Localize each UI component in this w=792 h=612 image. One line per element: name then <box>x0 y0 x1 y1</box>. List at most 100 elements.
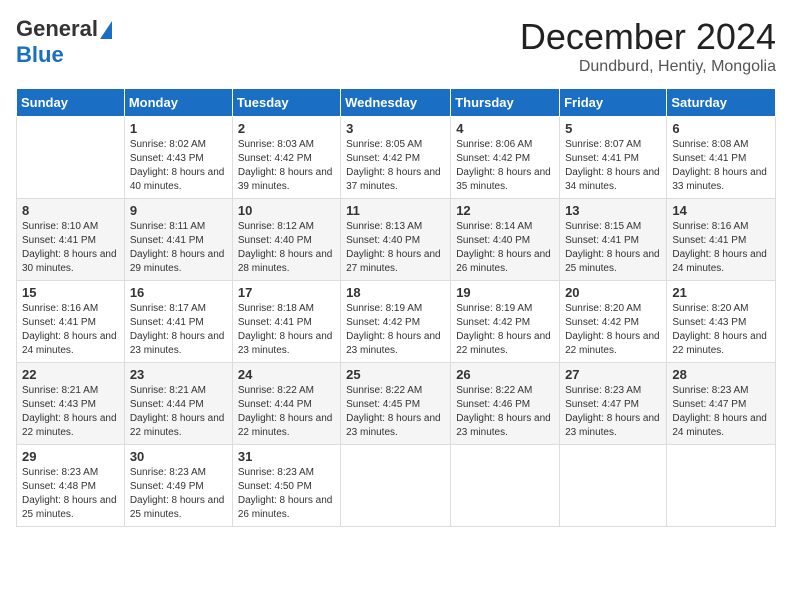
calendar-cell: 10 Sunrise: 8:12 AMSunset: 4:40 PMDayligh… <box>232 199 340 281</box>
calendar-cell: 21 Sunrise: 8:20 AMSunset: 4:43 PMDayligh… <box>667 281 776 363</box>
calendar-cell: 6 Sunrise: 8:08 AMSunset: 4:41 PMDaylight… <box>667 117 776 199</box>
calendar-cell: 11 Sunrise: 8:13 AMSunset: 4:40 PMDayligh… <box>341 199 451 281</box>
cell-content: Sunrise: 8:03 AMSunset: 4:42 PMDaylight:… <box>238 138 335 194</box>
day-number: 31 <box>238 449 335 464</box>
col-saturday: Saturday <box>667 89 776 117</box>
col-sunday: Sunday <box>17 89 125 117</box>
cell-content: Sunrise: 8:20 AMSunset: 4:43 PMDaylight:… <box>672 302 770 358</box>
calendar-cell: 19 Sunrise: 8:19 AMSunset: 4:42 PMDayligh… <box>451 281 560 363</box>
calendar-cell: 9 Sunrise: 8:11 AMSunset: 4:41 PMDaylight… <box>124 199 232 281</box>
logo-arrow-icon <box>100 21 112 39</box>
page-header: General Blue December 2024 Dundburd, Hen… <box>16 16 776 76</box>
month-title: December 2024 <box>520 16 776 58</box>
day-number: 11 <box>346 203 445 218</box>
cell-content: Sunrise: 8:13 AMSunset: 4:40 PMDaylight:… <box>346 220 445 276</box>
day-number: 6 <box>672 121 770 136</box>
col-thursday: Thursday <box>451 89 560 117</box>
calendar-cell: 16 Sunrise: 8:17 AMSunset: 4:41 PMDayligh… <box>124 281 232 363</box>
calendar-cell: 4 Sunrise: 8:06 AMSunset: 4:42 PMDaylight… <box>451 117 560 199</box>
cell-content: Sunrise: 8:19 AMSunset: 4:42 PMDaylight:… <box>346 302 445 358</box>
day-number: 16 <box>130 285 227 300</box>
calendar-cell: 17Sunrise: 8:18 AMSunset: 4:41 PMDayligh… <box>232 281 340 363</box>
calendar-cell: 31 Sunrise: 8:23 AMSunset: 4:50 PMDayligh… <box>232 445 340 527</box>
day-number: 17 <box>238 285 335 300</box>
calendar-cell: 1Sunrise: 8:02 AMSunset: 4:43 PMDaylight… <box>124 117 232 199</box>
col-monday: Monday <box>124 89 232 117</box>
cell-content: Sunrise: 8:07 AMSunset: 4:41 PMDaylight:… <box>565 138 661 194</box>
cell-content: Sunrise: 8:06 AMSunset: 4:42 PMDaylight:… <box>456 138 554 194</box>
calendar-cell: 28Sunrise: 8:23 AMSunset: 4:47 PMDayligh… <box>667 363 776 445</box>
day-number: 13 <box>565 203 661 218</box>
cell-content: Sunrise: 8:14 AMSunset: 4:40 PMDaylight:… <box>456 220 554 276</box>
cell-content: Sunrise: 8:05 AMSunset: 4:42 PMDaylight:… <box>346 138 445 194</box>
calendar-week-row: 8Sunrise: 8:10 AMSunset: 4:41 PMDaylight… <box>17 199 776 281</box>
calendar-cell: 22Sunrise: 8:21 AMSunset: 4:43 PMDayligh… <box>17 363 125 445</box>
calendar-table: Sunday Monday Tuesday Wednesday Thursday… <box>16 88 776 527</box>
cell-content: Sunrise: 8:20 AMSunset: 4:42 PMDaylight:… <box>565 302 661 358</box>
day-number: 27 <box>565 367 661 382</box>
cell-content: Sunrise: 8:22 AMSunset: 4:44 PMDaylight:… <box>238 384 335 440</box>
calendar-cell: 12 Sunrise: 8:14 AMSunset: 4:40 PMDayligh… <box>451 199 560 281</box>
cell-content: Sunrise: 8:23 AMSunset: 4:50 PMDaylight:… <box>238 466 335 522</box>
cell-content: Sunrise: 8:22 AMSunset: 4:45 PMDaylight:… <box>346 384 445 440</box>
day-number: 26 <box>456 367 554 382</box>
cell-content: Sunrise: 8:22 AMSunset: 4:46 PMDaylight:… <box>456 384 554 440</box>
day-number: 25 <box>346 367 445 382</box>
day-number: 4 <box>456 121 554 136</box>
calendar-cell: 30Sunrise: 8:23 AMSunset: 4:49 PMDayligh… <box>124 445 232 527</box>
col-wednesday: Wednesday <box>341 89 451 117</box>
header-row: Sunday Monday Tuesday Wednesday Thursday… <box>17 89 776 117</box>
empty-cell <box>560 445 667 527</box>
logo: General Blue <box>16 16 112 68</box>
calendar-week-row: 1Sunrise: 8:02 AMSunset: 4:43 PMDaylight… <box>17 117 776 199</box>
calendar-cell: 2Sunrise: 8:03 AMSunset: 4:42 PMDaylight… <box>232 117 340 199</box>
day-number: 30 <box>130 449 227 464</box>
calendar-week-row: 29Sunrise: 8:23 AMSunset: 4:48 PMDayligh… <box>17 445 776 527</box>
cell-content: Sunrise: 8:11 AMSunset: 4:41 PMDaylight:… <box>130 220 227 276</box>
cell-content: Sunrise: 8:15 AMSunset: 4:41 PMDaylight:… <box>565 220 661 276</box>
empty-cell <box>341 445 451 527</box>
day-number: 15 <box>22 285 119 300</box>
calendar-cell: 18 Sunrise: 8:19 AMSunset: 4:42 PMDayligh… <box>341 281 451 363</box>
calendar-cell: 14 Sunrise: 8:16 AMSunset: 4:41 PMDayligh… <box>667 199 776 281</box>
calendar-cell: 26 Sunrise: 8:22 AMSunset: 4:46 PMDayligh… <box>451 363 560 445</box>
calendar-cell: 25 Sunrise: 8:22 AMSunset: 4:45 PMDayligh… <box>341 363 451 445</box>
cell-content: Sunrise: 8:23 AMSunset: 4:48 PMDaylight:… <box>22 466 119 522</box>
day-number: 3 <box>346 121 445 136</box>
cell-content: Sunrise: 8:16 AMSunset: 4:41 PMDaylight:… <box>22 302 119 358</box>
calendar-week-row: 22Sunrise: 8:21 AMSunset: 4:43 PMDayligh… <box>17 363 776 445</box>
cell-content: Sunrise: 8:17 AMSunset: 4:41 PMDaylight:… <box>130 302 227 358</box>
col-tuesday: Tuesday <box>232 89 340 117</box>
calendar-week-row: 15 Sunrise: 8:16 AMSunset: 4:41 PMDayligh… <box>17 281 776 363</box>
day-number: 19 <box>456 285 554 300</box>
cell-content: Sunrise: 8:12 AMSunset: 4:40 PMDaylight:… <box>238 220 335 276</box>
calendar-cell: 8Sunrise: 8:10 AMSunset: 4:41 PMDaylight… <box>17 199 125 281</box>
cell-content: Sunrise: 8:19 AMSunset: 4:42 PMDaylight:… <box>456 302 554 358</box>
cell-content: Sunrise: 8:21 AMSunset: 4:43 PMDaylight:… <box>22 384 119 440</box>
title-block: December 2024 Dundburd, Hentiy, Mongolia <box>520 16 776 76</box>
day-number: 12 <box>456 203 554 218</box>
calendar-body: 1Sunrise: 8:02 AMSunset: 4:43 PMDaylight… <box>17 117 776 527</box>
day-number: 18 <box>346 285 445 300</box>
day-number: 20 <box>565 285 661 300</box>
day-number: 1 <box>130 121 227 136</box>
day-number: 9 <box>130 203 227 218</box>
day-number: 24 <box>238 367 335 382</box>
col-friday: Friday <box>560 89 667 117</box>
day-number: 14 <box>672 203 770 218</box>
day-number: 10 <box>238 203 335 218</box>
empty-cell <box>451 445 560 527</box>
day-number: 21 <box>672 285 770 300</box>
cell-content: Sunrise: 8:21 AMSunset: 4:44 PMDaylight:… <box>130 384 227 440</box>
calendar-cell: 27Sunrise: 8:23 AMSunset: 4:47 PMDayligh… <box>560 363 667 445</box>
logo-text: General <box>16 16 112 42</box>
cell-content: Sunrise: 8:08 AMSunset: 4:41 PMDaylight:… <box>672 138 770 194</box>
empty-cell <box>17 117 125 199</box>
cell-content: Sunrise: 8:16 AMSunset: 4:41 PMDaylight:… <box>672 220 770 276</box>
calendar-cell: 20 Sunrise: 8:20 AMSunset: 4:42 PMDayligh… <box>560 281 667 363</box>
calendar-header: Sunday Monday Tuesday Wednesday Thursday… <box>17 89 776 117</box>
cell-content: Sunrise: 8:10 AMSunset: 4:41 PMDaylight:… <box>22 220 119 276</box>
calendar-cell: 13 Sunrise: 8:15 AMSunset: 4:41 PMDayligh… <box>560 199 667 281</box>
calendar-cell: 29Sunrise: 8:23 AMSunset: 4:48 PMDayligh… <box>17 445 125 527</box>
cell-content: Sunrise: 8:23 AMSunset: 4:47 PMDaylight:… <box>672 384 770 440</box>
